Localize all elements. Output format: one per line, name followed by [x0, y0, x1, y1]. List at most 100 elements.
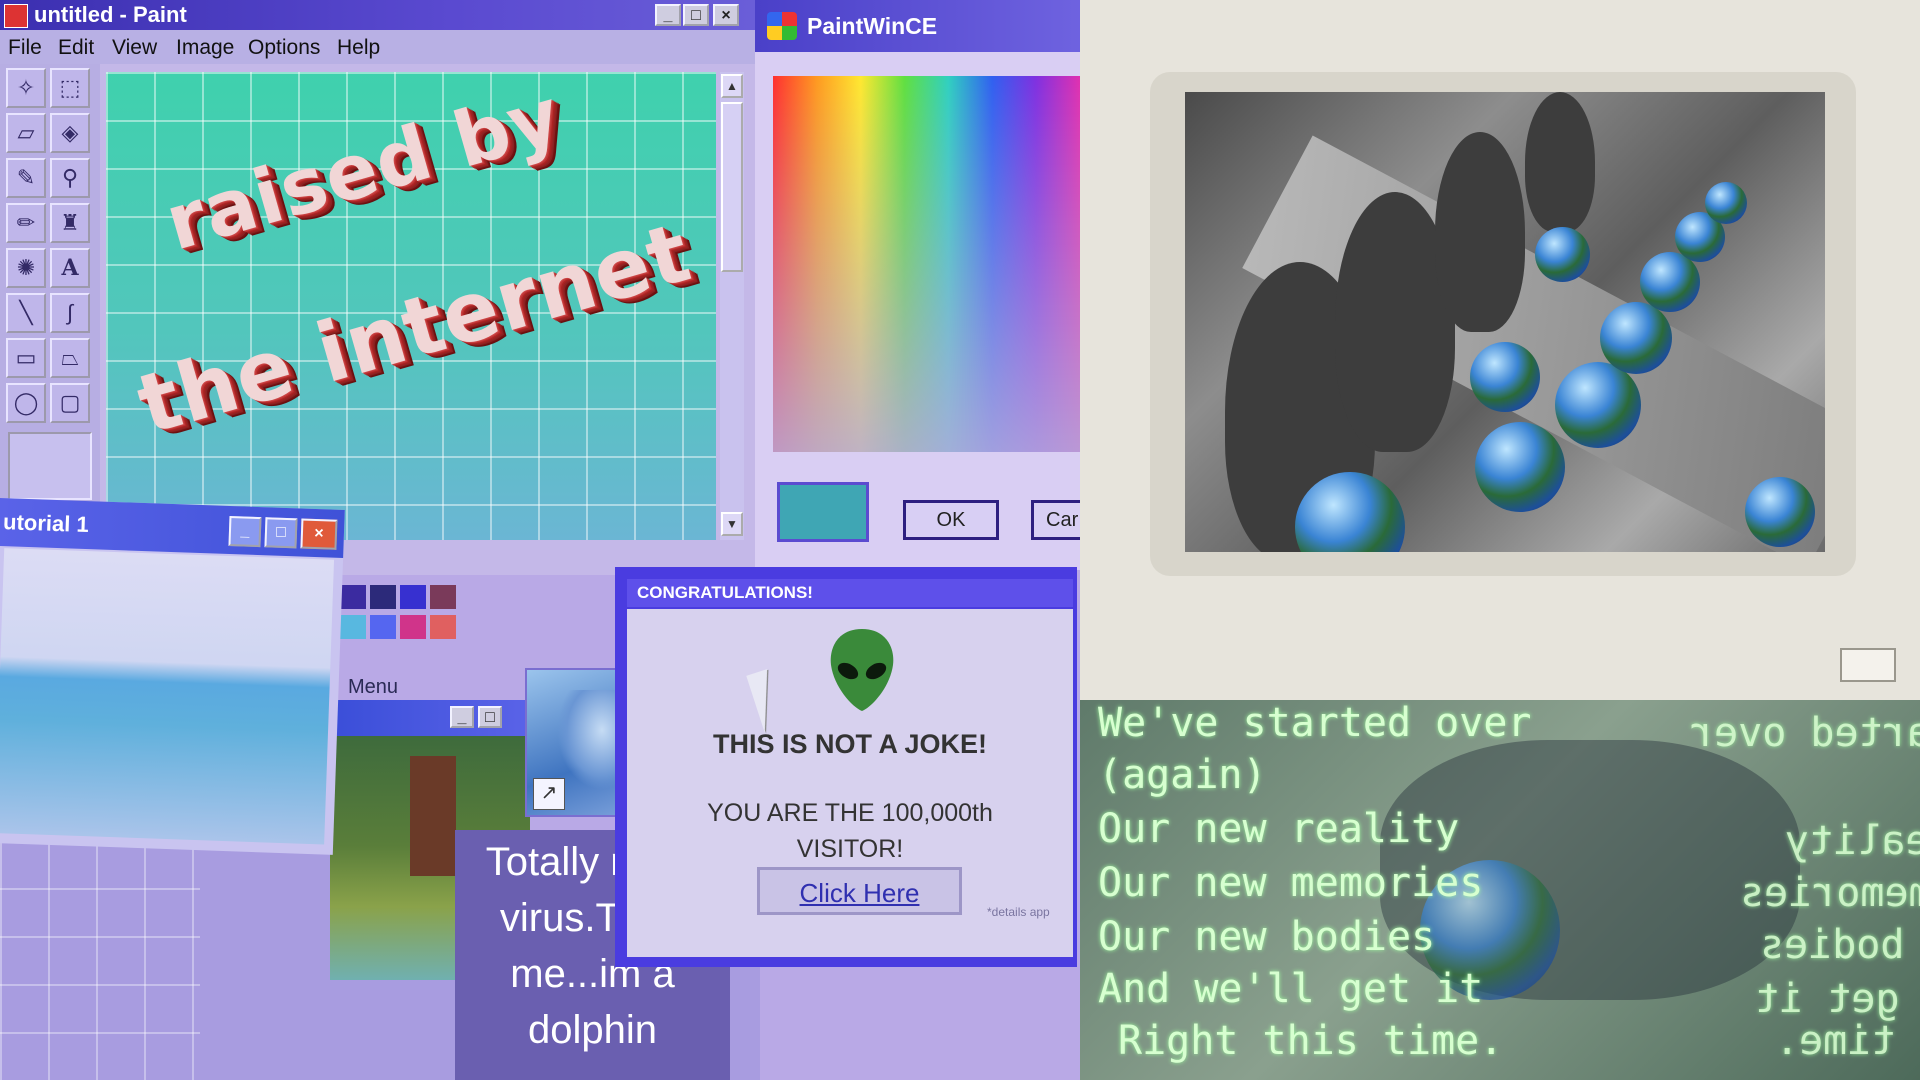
- game-window-title-bar[interactable]: _ □: [330, 700, 530, 736]
- worker-figure: [1435, 132, 1525, 332]
- brush-tool-icon[interactable]: ♜: [50, 203, 90, 243]
- mirrored-poem-line: memories: [1740, 870, 1920, 916]
- menu-fragment-text: Menu: [348, 676, 399, 698]
- rounded-rect-tool-icon[interactable]: ▢: [50, 383, 90, 423]
- congratulations-popup: CONGRATULATIONS! THIS IS NOT A JOKE! YOU…: [615, 567, 1077, 967]
- free-select-tool-icon[interactable]: ✧: [6, 68, 46, 108]
- ellipse-tool-icon[interactable]: ◯: [6, 383, 46, 423]
- fill-tool-icon[interactable]: ◈: [50, 113, 90, 153]
- mirrored-poem-line: reality: [1785, 818, 1920, 864]
- popup-footnote: *details app: [987, 905, 1050, 919]
- popup-headline: THIS IS NOT A JOKE!: [712, 729, 988, 759]
- scroll-down-icon[interactable]: ▼: [721, 512, 743, 536]
- popup-visitor-line-2: VISITOR!: [796, 835, 904, 863]
- paint-window: untitled - Paint _ □ × File Edit View Im…: [0, 0, 755, 575]
- palette-swatch[interactable]: [400, 615, 426, 639]
- globe-icon: [1475, 422, 1565, 512]
- paint-app-icon: [4, 4, 28, 28]
- airbrush-tool-icon[interactable]: ✺: [6, 248, 46, 288]
- mouse-cursor-icon: [746, 669, 786, 733]
- mirrored-poem-line: time.: [1775, 1018, 1896, 1064]
- menu-options[interactable]: Options: [248, 36, 320, 60]
- palette-swatch[interactable]: [340, 615, 366, 639]
- tutorial-window: utorial 1 _ □ ×: [0, 498, 345, 855]
- rectangle-tool-icon[interactable]: ▭: [6, 338, 46, 378]
- palette-swatch[interactable]: [370, 615, 396, 639]
- color-dialog-title-bar[interactable]: PaintWinCE: [755, 0, 1085, 52]
- palette-swatch[interactable]: [370, 585, 396, 609]
- popup-title: CONGRATULATIONS!: [637, 583, 813, 602]
- palette-swatch[interactable]: [430, 585, 456, 609]
- tutorial-window-title: utorial 1: [2, 509, 90, 538]
- grid-backdrop: [0, 840, 200, 1080]
- rect-select-tool-icon[interactable]: ⬚: [50, 68, 90, 108]
- maximize-button[interactable]: □: [264, 517, 298, 549]
- paint-title-bar[interactable]: untitled - Paint _ □ ×: [0, 0, 755, 30]
- selected-color-swatch: [777, 482, 869, 542]
- line-tool-icon[interactable]: ╲: [6, 293, 46, 333]
- scroll-thumb[interactable]: [721, 102, 743, 272]
- poem-line-1: We've started over: [1098, 700, 1532, 746]
- palette-swatch[interactable]: [400, 585, 426, 609]
- close-button[interactable]: ×: [713, 4, 739, 26]
- monitor-power-button[interactable]: [1840, 648, 1896, 682]
- color-picker-tool-icon[interactable]: ✎: [6, 158, 46, 198]
- globe-icon: [1600, 302, 1672, 374]
- menu-image[interactable]: Image: [176, 36, 234, 60]
- text-tool-icon[interactable]: A: [50, 248, 90, 288]
- poem-line-7: Right this time.: [1118, 1018, 1504, 1064]
- poem-line-2: (again): [1098, 752, 1267, 798]
- popup-title-bar[interactable]: CONGRATULATIONS!: [627, 579, 1073, 607]
- maximize-button[interactable]: □: [683, 4, 709, 26]
- canvas-vertical-scrollbar[interactable]: ▲ ▼: [720, 72, 744, 540]
- eraser-tool-icon[interactable]: ▱: [6, 113, 46, 153]
- minimize-button[interactable]: _: [655, 4, 681, 26]
- palette-swatch[interactable]: [340, 585, 366, 609]
- poem-line-6: And we'll get it: [1098, 966, 1484, 1012]
- menu-help[interactable]: Help: [337, 36, 380, 60]
- globe-icon: [1555, 362, 1641, 448]
- wordart-line-1: raised by: [156, 70, 571, 268]
- paint-window-title: untitled - Paint: [34, 2, 187, 27]
- poem-line-5: Our new bodies: [1098, 914, 1436, 960]
- mirrored-poem-line: bodies: [1760, 922, 1905, 968]
- poem-line-4: Our new memories: [1098, 860, 1484, 906]
- menu-view[interactable]: View: [112, 36, 157, 60]
- paint-canvas[interactable]: raised by the internet: [106, 70, 716, 540]
- palette-swatch[interactable]: [430, 615, 456, 639]
- tutorial-water-image: [0, 548, 335, 845]
- globe-icon: [1705, 182, 1747, 224]
- color-dialog: PaintWinCE OK Car: [755, 0, 1091, 570]
- minimize-button[interactable]: _: [450, 706, 474, 728]
- click-here-button[interactable]: Click Here: [757, 867, 962, 915]
- polygon-tool-icon[interactable]: ⏢: [50, 338, 90, 378]
- globe-icon: [1535, 227, 1590, 282]
- menu-file[interactable]: File: [8, 36, 42, 60]
- color-dialog-title: PaintWinCE: [807, 13, 938, 39]
- color-spectrum[interactable]: [773, 76, 1080, 452]
- paint-toolbox: ✧ ⬚ ▱ ◈ ✎ ⚲ ✏ ♜ ✺ A ╲ ∫ ▭ ⏢ ◯ ▢: [0, 64, 100, 504]
- menu-edit[interactable]: Edit: [58, 36, 94, 60]
- curve-tool-icon[interactable]: ∫: [50, 293, 90, 333]
- crt-monitor: [1080, 0, 1920, 700]
- globe-icon: [1745, 477, 1815, 547]
- mirrored-poem-line: get it: [1755, 976, 1900, 1022]
- maximize-button[interactable]: □: [478, 706, 502, 728]
- poem-line-3: Our new reality: [1098, 806, 1460, 852]
- popup-body: THIS IS NOT A JOKE! YOU ARE THE 100,000t…: [627, 609, 1073, 957]
- magnifier-tool-icon[interactable]: ⚲: [50, 158, 90, 198]
- pencil-tool-icon[interactable]: ✏: [6, 203, 46, 243]
- globe-icon: [1470, 342, 1540, 412]
- worker-figure: [1525, 92, 1595, 232]
- shortcut-arrow-icon: ↗: [533, 778, 565, 810]
- minimize-button[interactable]: _: [228, 516, 262, 548]
- terminal-poem-panel: We've started over (again) Our new reali…: [1080, 700, 1920, 1080]
- popup-visitor-line-1: YOU ARE THE 100,000th: [707, 799, 993, 827]
- ok-button[interactable]: OK: [903, 500, 999, 540]
- close-button[interactable]: ×: [300, 518, 338, 550]
- scroll-up-icon[interactable]: ▲: [721, 74, 743, 98]
- tool-options-box[interactable]: [8, 432, 92, 500]
- mirrored-poem-line: started over: [1690, 710, 1920, 756]
- alien-icon: [830, 629, 894, 711]
- globe-icon: [1640, 252, 1700, 312]
